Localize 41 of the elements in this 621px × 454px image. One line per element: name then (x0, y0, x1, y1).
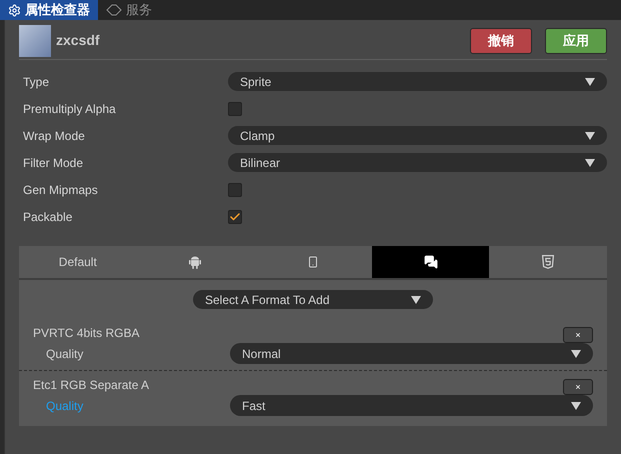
property-label: Gen Mipmaps (23, 182, 99, 198)
quality-dropdown[interactable]: Fast (230, 395, 593, 416)
property-dropdown[interactable]: Sprite (228, 72, 607, 91)
panel-tab[interactable]: 属性检查器 (0, 0, 98, 20)
caret-icon (585, 132, 595, 140)
quality-dropdown[interactable]: Normal (230, 343, 593, 364)
property-label: Wrap Mode (23, 128, 86, 144)
format-dropdown[interactable]: Select A Format To Add (193, 290, 433, 309)
panel-tab[interactable]: 服务 (98, 0, 160, 20)
property-dropdown[interactable]: Bilinear (228, 153, 607, 172)
caret-icon (571, 350, 581, 358)
revert-button[interactable]: 撤销 (470, 28, 532, 54)
property-label: Premultiply Alpha (23, 100, 117, 118)
diamond-icon (106, 4, 122, 16)
property-label: Packable (23, 208, 74, 226)
checkbox[interactable] (228, 102, 242, 116)
texture-thumbnail (19, 24, 51, 56)
check-icon (229, 210, 241, 222)
mobile-phone-icon (306, 256, 319, 268)
remove-format-button[interactable]: × (563, 379, 593, 395)
checkbox[interactable] (228, 210, 242, 224)
caret-icon (585, 78, 595, 86)
asset-name: zxcsdf (56, 31, 100, 50)
caret-icon (585, 158, 595, 166)
format-name: PVRTC 4bits RGBA (33, 325, 140, 342)
quality-label: Quality (46, 346, 84, 362)
remove-format-button[interactable]: × (563, 327, 593, 343)
chat-bubbles-icon (424, 255, 438, 269)
property-label: Type (23, 74, 50, 90)
format-name: Etc1 RGB Separate A (33, 377, 150, 394)
caret-icon (571, 402, 581, 410)
property-dropdown[interactable]: Clamp (228, 126, 607, 145)
android-icon (189, 256, 202, 268)
platform-tab[interactable] (372, 246, 490, 278)
quality-label: Quality (46, 398, 84, 414)
platform-tab[interactable]: Default (19, 246, 137, 278)
html5-icon (542, 255, 554, 269)
property-label: Filter Mode (23, 154, 84, 172)
caret-icon (411, 296, 421, 304)
checkbox[interactable] (228, 182, 242, 196)
settings-icon (8, 4, 21, 16)
